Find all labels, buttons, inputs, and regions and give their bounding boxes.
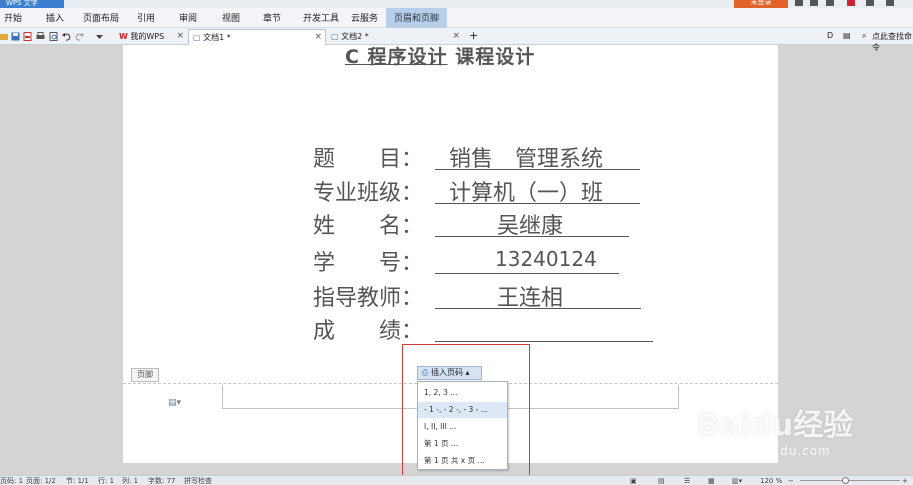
page-number-option[interactable]: I, II, III ... [418, 419, 507, 435]
field-label: 学 号： [313, 251, 424, 276]
field-class: 专业班级： 计算机（一）班 [313, 175, 653, 206]
folder-icon[interactable] [0, 32, 9, 41]
underline [435, 273, 619, 274]
document-icon: ▢ [331, 32, 339, 41]
d-icon[interactable]: D [827, 31, 833, 40]
title-bar: WPS 文字 未登录 [0, 0, 913, 8]
menu-header-footer[interactable]: 页眉和页脚 [386, 8, 448, 28]
undo-icon[interactable] [62, 32, 71, 41]
tab-my-wps[interactable]: W 我的WPS × [115, 29, 187, 45]
view-icon[interactable]: ▣ [630, 476, 637, 485]
outline-view-icon[interactable]: ☰ [684, 476, 690, 485]
print-icon[interactable] [36, 32, 45, 41]
zoom-slider[interactable] [800, 480, 900, 481]
menu-insert[interactable]: 插入 [46, 8, 64, 28]
chevron-up-icon: ▴ [465, 368, 470, 377]
watermark-url: jingyan.baidu.com [703, 444, 831, 458]
field-label: 指导教师： [313, 286, 424, 311]
field-label: 成 绩： [313, 319, 424, 344]
redo-icon[interactable] [75, 32, 84, 41]
search-icon[interactable]: ⌕ [862, 31, 866, 41]
underline [435, 308, 641, 309]
status-words: 字数: 77 [148, 477, 176, 485]
field-grade: 成 绩： [313, 313, 658, 344]
status-bar: 页码: 1 页面: 1/2 节: 1/1 行: 1 列: 1 字数: 77 拼写… [0, 475, 913, 485]
menu-home[interactable]: 开始 [4, 8, 22, 28]
spell-check-toggle[interactable]: 拼写检查 [184, 476, 212, 485]
page-number-option[interactable]: 1, 2, 3 ... [418, 385, 507, 401]
field-value: 13240124 [495, 247, 597, 271]
tab-label: 文档2 * [341, 32, 369, 41]
underline [435, 169, 640, 170]
login-button[interactable]: 未登录 [734, 0, 788, 8]
menu-bar: 开始 插入 页面布局 引用 审阅 视图 章节 开发工具 云服务 页眉和页脚 [0, 8, 913, 28]
page-number-dropdown: 1, 2, 3 ... - 1 -, - 2 -, - 3 - ... I, I… [417, 381, 508, 470]
baidu-watermark: Baidu经验 jingyan.baidu.com [697, 400, 913, 470]
save-icon[interactable] [11, 32, 20, 41]
close-icon[interactable]: × [176, 29, 184, 44]
footer-label: 页脚 [131, 368, 159, 382]
page-number-option[interactable]: 第 1 页 ... [418, 436, 507, 452]
title-underlined: C 程序设计 [345, 46, 448, 68]
footer-options-icon[interactable]: ▤▾ [168, 398, 181, 408]
status-col: 列: 1 [122, 477, 139, 485]
zoom-in-icon[interactable]: + [902, 476, 908, 485]
web-view-icon[interactable]: ▦ [708, 476, 715, 485]
app-menu-button[interactable]: WPS 文字 [0, 0, 64, 8]
command-search-input[interactable]: 点此查找命令 [872, 31, 913, 53]
status-pages: 页面: 1/2 [26, 477, 56, 485]
underline [435, 341, 653, 342]
document-icon: ▢ [193, 33, 201, 42]
menu-developer[interactable]: 开发工具 [303, 8, 339, 28]
insert-page-number-label: 插入页码 [430, 368, 463, 377]
tab-label: 我的WPS [130, 32, 165, 41]
status-row: 行: 1 [98, 477, 115, 485]
menu-review[interactable]: 审阅 [179, 8, 197, 28]
menu-chapter[interactable]: 章节 [263, 8, 281, 28]
help-icon[interactable] [847, 0, 855, 6]
zoom-level: 120 % [760, 477, 783, 485]
title-rest: 课程设计 [455, 46, 536, 68]
chevron-down-icon[interactable] [95, 32, 104, 41]
zoom-out-icon[interactable]: − [788, 476, 794, 485]
tab-label: 文档1 * [203, 33, 231, 42]
document-title: C 程序设计 课程设计 [345, 42, 535, 69]
export-pdf-icon[interactable] [23, 32, 32, 41]
page-number-option[interactable]: - 1 -, - 2 -, - 3 - ... [418, 402, 507, 418]
menu-references[interactable]: 引用 [137, 8, 155, 28]
print-preview-icon[interactable] [49, 32, 58, 41]
status-section: 节: 1/1 [66, 477, 89, 485]
watermark-brand: Baidu经验 [697, 408, 854, 443]
maximize-icon[interactable] [866, 0, 874, 6]
wps-logo-icon: W [119, 32, 128, 41]
underline [435, 203, 640, 204]
status-page-number: 页码: 1 [0, 477, 24, 485]
field-teacher: 指导教师： 王连相 [313, 280, 653, 311]
field-student-id: 学 号： 13240124 [313, 245, 653, 276]
zoom-slider-thumb[interactable] [842, 477, 849, 484]
field-name: 姓 名： 吴继康 [313, 208, 653, 239]
skin-icon[interactable] [795, 0, 803, 6]
insert-page-number-button[interactable]: ⎙ 插入页码 ▴ [417, 366, 482, 380]
format-icon[interactable]: ▤ [843, 31, 851, 40]
menu-layout[interactable]: 页面布局 [83, 8, 119, 28]
field-topic: 题 目： 销售 管理系统 [313, 141, 653, 172]
window-icon[interactable] [810, 0, 818, 6]
close-icon[interactable]: × [314, 30, 322, 45]
underline [435, 236, 629, 237]
page-view-icon[interactable]: ▤ [658, 476, 665, 485]
field-label: 姓 名： [313, 214, 424, 239]
page-number-icon: ⎙ [422, 368, 429, 377]
close-icon[interactable] [886, 0, 894, 6]
reading-view-icon[interactable]: ▥▾ [732, 476, 742, 485]
menu-cloud[interactable]: 云服务 [351, 8, 378, 28]
tab-document-1[interactable]: ▢ 文档1 * × [188, 29, 326, 45]
field-label: 题 目： [313, 147, 424, 172]
field-label: 专业班级： [313, 181, 424, 206]
menu-view[interactable]: 视图 [222, 8, 240, 28]
page-number-option[interactable]: 第 1 页 共 x 页 ... [418, 453, 507, 469]
minimize-icon[interactable] [826, 0, 834, 6]
